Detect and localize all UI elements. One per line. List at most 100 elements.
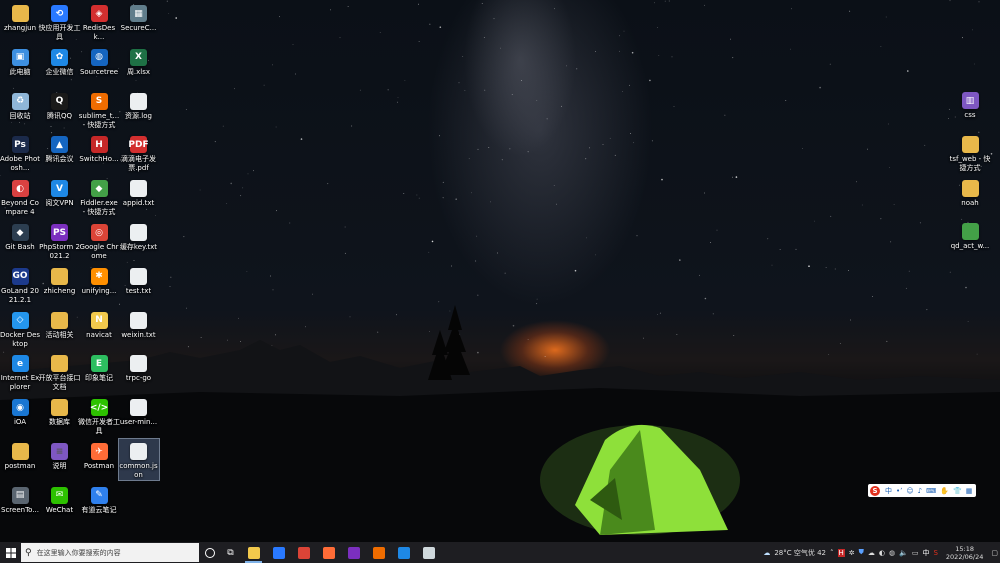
volume-icon[interactable]: 🔈	[899, 549, 908, 557]
taskbar-app-quickapp[interactable]	[266, 542, 291, 563]
punctuation-icon[interactable]: •ʼ	[896, 487, 902, 495]
desktop-icon[interactable]: ✿ 企业微信	[40, 45, 80, 77]
desktop-icon[interactable]: Nnavicat	[79, 308, 119, 340]
vpn-icon: V	[51, 180, 68, 198]
desktop-icon[interactable]: ✱ unifying...	[79, 264, 119, 296]
notification-chat-icon[interactable]: ▭	[912, 549, 919, 557]
desktop-icon[interactable]: trpc-go	[119, 351, 159, 383]
start-button[interactable]	[0, 542, 21, 563]
desktop-icon[interactable]: ▦ SecureC...	[119, 1, 159, 33]
skin-icon[interactable]: 👕	[953, 487, 962, 495]
desktop-icon[interactable]: GO GoLand 2021.2.1	[0, 264, 40, 305]
beyond-compare-icon: ◐	[11, 180, 29, 198]
desktop-icon[interactable]: Q 腾讯QQ	[40, 89, 80, 121]
network-icon[interactable]: ◍	[889, 549, 895, 557]
desktop-icon[interactable]: ▲ 腾讯会议	[40, 132, 80, 164]
recycle-bin-icon: ♻	[11, 92, 29, 110]
ime-toolbar[interactable]: S 中 •ʼ ☺ ♪ ⌨ ✋ 👕 ▦	[868, 484, 976, 497]
desktop-icon[interactable]: 数据库	[40, 395, 80, 427]
desktop-icon-label: zhangjun	[3, 24, 37, 32]
taskbar-app-sublime[interactable]	[366, 542, 391, 563]
desktop-icon[interactable]: 活动相关	[40, 308, 80, 340]
tray-app-icon[interactable]: H	[837, 548, 845, 557]
tray-overflow-icon[interactable]: ˄	[830, 549, 834, 557]
desktop-icon[interactable]: V 阅文VPN	[40, 176, 80, 208]
tent	[575, 424, 728, 535]
desktop-icon[interactable]: ▣ 此电脑	[0, 45, 40, 77]
desktop-icon[interactable]: ⟲ 快应用开发工具	[39, 1, 81, 42]
taskbar-app-terminal[interactable]	[416, 542, 441, 563]
weather-icon[interactable]: ☁	[763, 549, 770, 557]
desktop-icon[interactable]: 开放平台接口文档	[39, 351, 81, 392]
desktop-icon[interactable]: PS PhpStorm 2021.2	[39, 220, 80, 261]
desktop-icon[interactable]: ◆ Git Bash	[0, 220, 40, 252]
keyboard-icon[interactable]: ⌨	[926, 487, 936, 495]
taskbar-app-phpstorm[interactable]	[341, 542, 366, 563]
tent-door	[590, 478, 622, 520]
emoji-icon[interactable]: ☺	[906, 487, 913, 495]
desktop-icon[interactable]: ◇ Docker Desktop	[0, 308, 40, 349]
microphone-icon[interactable]: ♪	[918, 487, 922, 495]
desktop-icon[interactable]: noah	[950, 176, 990, 208]
desktop-icon[interactable]: test.txt	[119, 264, 159, 296]
taskbar-search-box[interactable]: ⚲ 在这里输入你要搜索的内容	[21, 543, 199, 562]
desktop-icon[interactable]: ◍ Sourcetree	[79, 45, 119, 77]
desktop-icon[interactable]: Ps Adobe Photosh...	[0, 132, 40, 173]
desktop-icon[interactable]: H SwitchHo...	[79, 132, 119, 164]
fiddler-icon: ◆	[90, 180, 108, 198]
desktop-icon-label: Docker Desktop	[0, 330, 41, 348]
shield-icon[interactable]: ⛊	[859, 548, 864, 557]
desktop-icon[interactable]: ◆ Fiddler.exe - 快捷方式	[79, 176, 119, 217]
tray-settings-icon[interactable]: ✲	[849, 549, 855, 557]
notification-icon[interactable]: ▢	[991, 549, 998, 557]
grid-icon[interactable]: ▦	[966, 487, 973, 495]
desktop-icon[interactable]: E 印象笔记	[79, 351, 119, 383]
cloud-sync-icon[interactable]: ☁	[868, 549, 875, 557]
file-icon	[130, 399, 147, 417]
input-method-icon[interactable]: 中	[922, 548, 929, 558]
desktop-icon[interactable]: PDF 滴滴电子发票.pdf	[119, 132, 159, 173]
desktop-icon[interactable]: ▥ css	[950, 88, 990, 120]
desktop-icon[interactable]: postman	[0, 439, 40, 471]
tray-status-icon[interactable]: ◐	[879, 549, 885, 557]
sogou-tray-icon[interactable]: S	[933, 549, 937, 557]
taskbar-app-postman[interactable]	[316, 542, 341, 563]
clock[interactable]: 15:18 2022/06/24	[944, 545, 985, 561]
desktop-icon[interactable]: ≡ 说明	[40, 439, 80, 471]
desktop-icon-label: qd_act_w...	[950, 242, 990, 251]
desktop-icon[interactable]: ✉ WeChat	[40, 483, 80, 515]
desktop-icon[interactable]: ♻ 回收站	[0, 89, 40, 121]
desktop-icon[interactable]: common.json	[117, 438, 160, 481]
desktop-icon[interactable]: X 周.xlsx	[119, 45, 159, 77]
desktop-icon[interactable]: ▤ ScreenTo...	[0, 483, 40, 515]
taskbar-app-chrome[interactable]	[291, 542, 316, 563]
sogou-icon[interactable]: S	[870, 485, 880, 496]
desktop-icon[interactable]: ✈ Postman	[79, 439, 119, 471]
desktop-icon-label: common.json	[119, 462, 158, 479]
desktop-icon[interactable]: tsf_web - 快捷方式	[950, 132, 990, 173]
taskbar-app-file-explorer[interactable]	[241, 542, 266, 563]
desktop-icon[interactable]: ◎ Google Chrome	[79, 220, 119, 261]
desktop-icon[interactable]: 缓存key.txt	[119, 220, 159, 252]
desktop-icon[interactable]: weixin.txt	[119, 308, 159, 340]
desktop-icon[interactable]: zhicheng	[40, 264, 80, 296]
desktop-icon[interactable]: zhangjun	[0, 1, 40, 33]
desktop-icon[interactable]: Ssublime_t... - 快捷方式	[79, 89, 119, 130]
weather-text[interactable]: 28°C 空气优 42	[774, 548, 826, 558]
task-view-button[interactable]: ⧉	[220, 542, 241, 563]
desktop-icon[interactable]: 资源.log	[119, 89, 159, 121]
hand-icon[interactable]: ✋	[940, 487, 949, 495]
ime-mode[interactable]: 中	[885, 486, 892, 496]
desktop-icon[interactable]: </> 微信开发者工具	[78, 395, 120, 436]
desktop-icon[interactable]: ✎ 有道云笔记	[79, 483, 119, 515]
desktop-icon[interactable]: appid.txt	[119, 176, 159, 208]
desktop-icon[interactable]: qd_act_w...	[950, 219, 990, 251]
cortana-button[interactable]	[199, 542, 220, 563]
git-bash-icon: ◆	[11, 224, 29, 241]
desktop-icon[interactable]: e Internet Explorer	[0, 351, 40, 392]
desktop-icon[interactable]: ◈ RedisDesk...	[79, 1, 119, 42]
desktop-icon[interactable]: ◐ Beyond Compare 4	[0, 176, 40, 217]
desktop-icon[interactable]: user-min...	[119, 395, 159, 427]
desktop-icon[interactable]: ◉ iOA	[0, 395, 40, 427]
taskbar-app-feishu[interactable]	[391, 542, 416, 563]
